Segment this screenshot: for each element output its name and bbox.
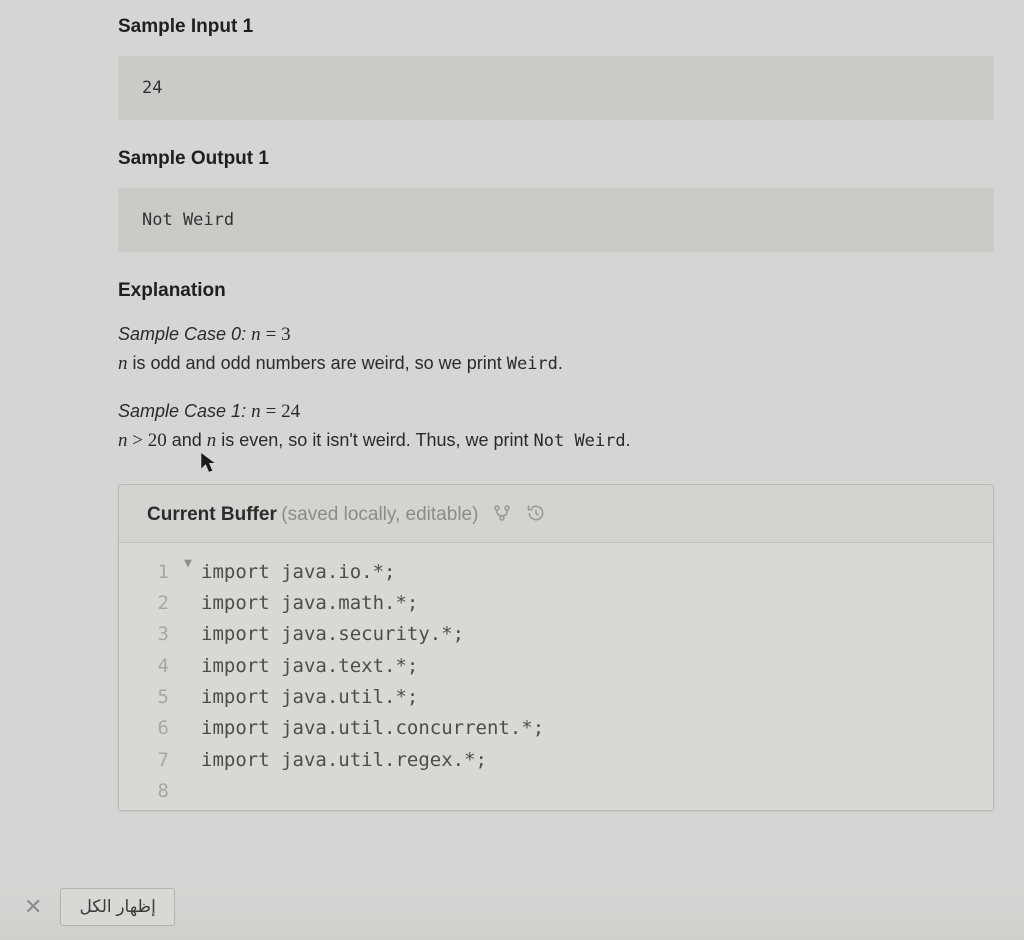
code-line[interactable]: 1▼import java.io.*; <box>119 557 993 588</box>
case1-n3: n <box>207 430 217 451</box>
case1-20: 20 <box>148 430 167 451</box>
branch-icon[interactable] <box>492 503 512 528</box>
show-all-button[interactable]: إظهار الكل <box>60 888 174 926</box>
close-icon[interactable]: ✕ <box>20 894 46 920</box>
sample-input-box: 24 <box>118 56 994 120</box>
code-text[interactable]: import java.math.*; <box>201 588 418 619</box>
code-text[interactable]: import java.util.*; <box>201 682 418 713</box>
line-number: 5 <box>119 682 175 713</box>
fold-toggle-icon[interactable]: ▼ <box>175 557 201 570</box>
explanation-heading: Explanation <box>118 280 994 302</box>
bottom-bar: ✕ إظهار الكل <box>0 878 1024 940</box>
editor-title: Current Buffer <box>147 504 277 525</box>
case1-code: Not Weird <box>534 431 626 451</box>
editor-panel: Current Buffer (saved locally, editable) <box>118 484 994 811</box>
code-text[interactable]: import java.util.regex.*; <box>201 745 487 776</box>
code-line[interactable]: 6 import java.util.concurrent.*; <box>119 713 993 744</box>
sample-input-heading: Sample Input 1 <box>118 16 994 38</box>
line-number: 3 <box>119 619 175 650</box>
line-number: 4 <box>119 651 175 682</box>
code-text[interactable]: import java.security.*; <box>201 619 464 650</box>
code-line[interactable]: 4 import java.text.*; <box>119 651 993 682</box>
case1-tail: is even, so it isn't weird. Thus, we pri… <box>216 430 533 450</box>
case0-post: . <box>558 353 563 373</box>
code-text[interactable]: import java.text.*; <box>201 651 418 682</box>
code-text[interactable]: import java.util.concurrent.*; <box>201 713 544 744</box>
explanation-body: Sample Case 0: n = 3 n is odd and odd nu… <box>118 320 994 456</box>
line-number: 8 <box>119 776 175 807</box>
code-line[interactable]: 5 import java.util.*; <box>119 682 993 713</box>
case0-eq: = <box>266 324 281 345</box>
case0-n: n <box>251 324 261 345</box>
case1-mid: and <box>167 430 207 450</box>
line-number: 6 <box>119 713 175 744</box>
sample-output-heading: Sample Output 1 <box>118 148 994 170</box>
line-number: 7 <box>119 745 175 776</box>
code-line[interactable]: 3 import java.security.*; <box>119 619 993 650</box>
case0-label: Sample Case 0: <box>118 324 246 344</box>
case0-n2: n <box>118 353 128 374</box>
case1-n: n <box>251 401 261 422</box>
code-line[interactable]: 8 <box>119 776 993 807</box>
code-text[interactable]: import java.io.*; <box>201 557 395 588</box>
code-line[interactable]: 2 import java.math.*; <box>119 588 993 619</box>
line-number: 2 <box>119 588 175 619</box>
case1-post: . <box>626 430 631 450</box>
editor-header: Current Buffer (saved locally, editable) <box>119 485 993 543</box>
sample-output-box: Not Weird <box>118 188 994 252</box>
case1-val: 24 <box>281 401 300 422</box>
case1-label: Sample Case 1: <box>118 401 246 421</box>
code-editor[interactable]: 1▼import java.io.*;2import java.math.*;3… <box>119 543 993 810</box>
case0-code: Weird <box>507 354 558 374</box>
case1-eq: = <box>266 401 281 422</box>
case1-n2: n <box>118 430 128 451</box>
case1-gt: > <box>128 430 148 451</box>
editor-subtitle: (saved locally, editable) <box>281 504 478 525</box>
code-line[interactable]: 7 import java.util.regex.*; <box>119 745 993 776</box>
case0-val: 3 <box>281 324 291 345</box>
line-number: 1 <box>119 557 175 588</box>
case0-text: is odd and odd numbers are weird, so we … <box>128 353 507 373</box>
history-icon[interactable] <box>526 503 546 528</box>
